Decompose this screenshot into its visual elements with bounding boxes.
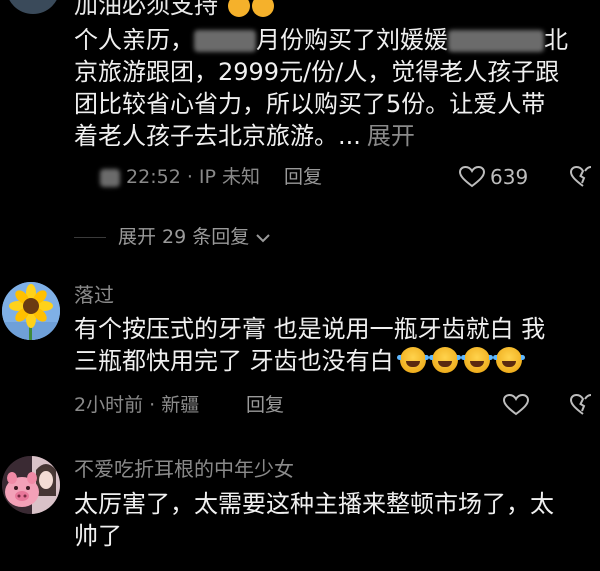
laughing-emoji-icon xyxy=(460,347,493,373)
like-count: 639 xyxy=(490,165,529,189)
chevron-down-icon xyxy=(255,226,271,248)
comment-meta: 2小时前 · 新疆 xyxy=(74,394,200,416)
comment-text-line: 太厉害了，太需要这种主播来整顿市场了，太 xyxy=(74,490,554,518)
comment-meta: 22:52 · IP 未知 xyxy=(100,165,260,189)
reply-button[interactable]: 回复 xyxy=(246,393,284,417)
comment-text-partial: 加油必须支持 xyxy=(74,0,274,21)
comment-text-line: 三瓶都快用完了 牙齿也没有白 xyxy=(74,345,594,377)
expand-comment-link[interactable]: 展开 xyxy=(367,122,415,150)
clap-emoji-icon xyxy=(251,0,274,17)
heart-icon[interactable] xyxy=(459,166,485,188)
clap-emoji-icon xyxy=(227,0,250,17)
redacted-block xyxy=(448,30,544,52)
laughing-emoji-icon xyxy=(396,347,429,373)
comment-text-line: 京旅游跟团，2999元/份/人，觉得老人孩子跟 xyxy=(74,58,560,86)
comment-text-line: 团比较省心省力，所以购买了5份。让爱人带 xyxy=(74,90,546,118)
comment-text-line: 加油必须支持 xyxy=(74,0,218,19)
dislike-icon[interactable] xyxy=(569,394,597,416)
comment-text-line: 个人亲历， 月份购买了刘媛媛北 xyxy=(74,26,568,54)
divider xyxy=(74,237,106,238)
sunflower-icon xyxy=(2,282,60,340)
comment-text-line: 帅了 xyxy=(74,522,122,550)
heart-icon[interactable] xyxy=(503,394,529,416)
laughing-emoji-icon xyxy=(492,347,525,373)
redacted-block xyxy=(194,30,256,52)
username[interactable]: 不爱吃折耳根的中年少女 xyxy=(74,456,294,482)
reply-button[interactable]: 回复 xyxy=(284,165,322,189)
avatar[interactable] xyxy=(6,0,60,14)
cartoon-pig-icon xyxy=(2,456,60,514)
comment-text-line: 着老人孩子去北京旅游。... 展开 xyxy=(74,122,415,150)
expand-replies-button[interactable]: 展开 29 条回复 xyxy=(118,225,271,249)
comment-text: 个人亲历， 月份购买了刘媛媛北 京旅游跟团，2999元/份/人，觉得老人孩子跟 团… xyxy=(74,24,594,152)
redacted-block xyxy=(100,168,120,187)
username[interactable]: 落过 xyxy=(74,282,114,308)
comment-text-line: 有个按压式的牙膏 也是说用一瓶牙齿就白 我 xyxy=(74,315,546,343)
laughing-emoji-icon xyxy=(428,347,461,373)
comment-text: 太厉害了，太需要这种主播来整顿市场了，太 帅了 xyxy=(74,488,594,552)
comment-text: 有个按压式的牙膏 也是说用一瓶牙齿就白 我 三瓶都快用完了 牙齿也没有白 xyxy=(74,313,594,377)
avatar[interactable] xyxy=(2,282,60,340)
dislike-icon[interactable] xyxy=(569,166,597,188)
avatar[interactable] xyxy=(2,456,60,514)
